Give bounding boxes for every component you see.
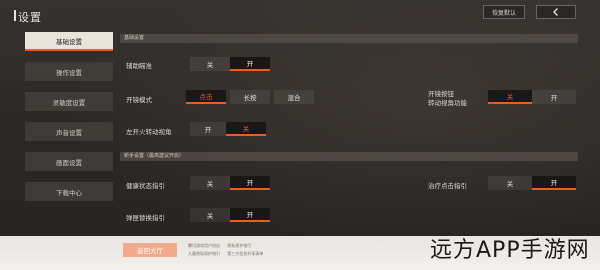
scope-mode-click[interactable]: 点击 xyxy=(186,90,226,104)
ammo-guide-on[interactable]: 开 xyxy=(230,208,270,222)
scope-button-toggle: 关 开 xyxy=(488,90,576,104)
heal-guide-label: 治疗点击指引 xyxy=(428,182,467,190)
left-fire-off[interactable]: 关 xyxy=(226,122,266,136)
scope-button-off[interactable]: 关 xyxy=(488,90,532,104)
nav-item-controls[interactable]: 操作设置 xyxy=(25,62,113,81)
top-bar: 设置 恢复默认 xyxy=(0,0,600,30)
left-fire-toggle: 开 关 xyxy=(190,122,266,136)
aim-assist-toggle: 关 开 xyxy=(190,57,270,71)
scope-mode-select: 点击 长按 混合 xyxy=(186,90,314,104)
scope-mode-hold[interactable]: 长按 xyxy=(230,90,270,104)
heal-guide-toggle: 关 开 xyxy=(488,176,576,190)
nav-item-basic[interactable]: 基础设置 xyxy=(25,32,113,51)
scope-mode-label: 开镜模式 xyxy=(126,96,152,104)
link-user-agreement[interactable]: 腾讯游戏用户协议 xyxy=(188,242,220,250)
health-guide-off[interactable]: 关 xyxy=(190,176,230,190)
section-header-newbie: 新手设置（最高建议开启） xyxy=(120,152,578,161)
nav-item-graphics[interactable]: 画面设置 xyxy=(25,152,113,171)
health-guide-label: 健康状态指引 xyxy=(126,182,165,190)
link-privacy-guide[interactable]: 隐私保护指引 xyxy=(227,242,251,250)
scope-button-label-2: 转动视角功能 xyxy=(428,99,467,107)
left-fire-label: 左开火转动视角 xyxy=(126,128,172,136)
aim-assist-label: 辅助瞄准 xyxy=(126,62,152,70)
legal-links: 腾讯游戏用户协议 隐私保护指引 儿童隐私保护指引 第三方信息共享清单 xyxy=(188,242,269,258)
nav-item-sound[interactable]: 声音设置 xyxy=(25,122,113,141)
left-fire-on[interactable]: 开 xyxy=(190,122,226,136)
heal-guide-off[interactable]: 关 xyxy=(488,176,532,190)
back-arrow-icon xyxy=(553,8,558,16)
ammo-guide-off[interactable]: 关 xyxy=(190,208,230,222)
settings-panel: 基础设置 辅助瞄准 关 开 开镜模式 点击 长按 混合 开镜按钮 转动视角功能 … xyxy=(120,30,580,230)
scope-mode-mixed[interactable]: 混合 xyxy=(274,90,314,104)
nav-item-download[interactable]: 下载中心 xyxy=(25,182,113,201)
watermark-logo: 远方APP手游网 xyxy=(430,238,590,263)
settings-nav: 基础设置 操作设置 灵敏度设置 声音设置 画面设置 下载中心 xyxy=(25,32,113,212)
heal-guide-on[interactable]: 开 xyxy=(532,176,576,190)
return-hall-button[interactable]: 返回大厅 xyxy=(123,243,177,257)
scope-button-on[interactable]: 开 xyxy=(532,90,576,104)
nav-item-sensitivity[interactable]: 灵敏度设置 xyxy=(25,92,113,111)
page-title: 设置 xyxy=(18,11,42,24)
health-guide-on[interactable]: 开 xyxy=(230,176,270,190)
link-third-party[interactable]: 第三方信息共享清单 xyxy=(227,250,263,258)
title-mark xyxy=(14,10,16,21)
ammo-guide-toggle: 关 开 xyxy=(190,208,270,222)
link-child-privacy[interactable]: 儿童隐私保护指引 xyxy=(188,250,220,258)
health-guide-toggle: 关 开 xyxy=(190,176,270,190)
restore-default-button[interactable]: 恢复默认 xyxy=(483,5,525,19)
aim-assist-on[interactable]: 开 xyxy=(230,57,270,71)
aim-assist-off[interactable]: 关 xyxy=(190,57,230,71)
back-button[interactable] xyxy=(536,5,576,19)
ammo-guide-label: 弹匣替换指引 xyxy=(126,214,165,222)
section-header-basic: 基础设置 xyxy=(120,34,578,43)
